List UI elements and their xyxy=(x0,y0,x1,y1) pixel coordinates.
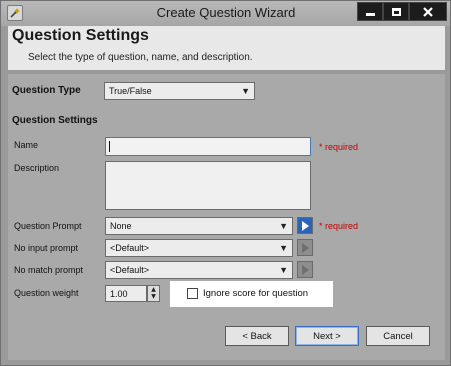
chevron-down-icon: ▼ xyxy=(279,221,288,231)
play-icon xyxy=(301,242,309,253)
stepper-down-icon[interactable]: ▼ xyxy=(148,293,159,300)
maximize-icon xyxy=(391,7,401,16)
ignore-score-label[interactable]: Ignore score for question xyxy=(203,288,308,299)
question-prompt-value: None xyxy=(110,221,132,231)
back-button[interactable]: < Back xyxy=(225,326,289,346)
name-label: Name xyxy=(14,140,39,150)
chevron-down-icon: ▼ xyxy=(279,265,288,275)
question-type-label: Question Type xyxy=(12,85,81,96)
play-no-input-prompt-button[interactable] xyxy=(297,239,313,256)
no-input-prompt-label: No input prompt xyxy=(14,243,79,253)
play-icon xyxy=(301,220,309,231)
minimize-button[interactable] xyxy=(357,2,383,21)
no-match-prompt-label: No match prompt xyxy=(14,265,84,275)
ignore-score-checkbox[interactable] xyxy=(187,288,198,299)
wizard-app-icon xyxy=(7,5,23,21)
minimize-icon xyxy=(365,13,375,16)
description-label: Description xyxy=(14,163,60,173)
window-title: Create Question Wizard xyxy=(156,5,296,20)
question-type-value: True/False xyxy=(109,86,152,96)
chevron-down-icon: ▼ xyxy=(279,243,288,253)
play-no-match-prompt-button[interactable] xyxy=(297,261,313,278)
section-title: Question Settings xyxy=(12,115,98,126)
page-title: Question Settings xyxy=(12,27,149,44)
wizard-header: Question Settings Select the type of que… xyxy=(8,26,445,70)
chevron-down-icon: ▼ xyxy=(241,86,250,96)
no-input-prompt-value: <Default> xyxy=(110,243,150,253)
stepper-up-icon[interactable]: ▲ xyxy=(148,286,159,293)
text-caret xyxy=(109,141,110,152)
cancel-button[interactable]: Cancel xyxy=(366,326,430,346)
next-button[interactable]: Next > xyxy=(295,326,359,346)
ignore-score-panel: Ignore score for question xyxy=(170,281,333,307)
no-match-prompt-select[interactable]: <Default> ▼ xyxy=(105,261,293,279)
name-field[interactable] xyxy=(105,137,311,156)
close-button[interactable] xyxy=(409,2,447,21)
description-field[interactable] xyxy=(105,161,311,210)
question-weight-input[interactable]: 1.00 xyxy=(105,285,147,302)
question-type-select[interactable]: True/False ▼ xyxy=(104,82,255,100)
question-prompt-select[interactable]: None ▼ xyxy=(105,217,293,235)
name-required-indicator: * required xyxy=(319,142,359,152)
no-input-prompt-select[interactable]: <Default> ▼ xyxy=(105,239,293,257)
no-match-prompt-value: <Default> xyxy=(110,265,150,275)
title-bar[interactable]: Create Question Wizard xyxy=(1,1,450,26)
play-question-prompt-button[interactable] xyxy=(297,217,313,234)
question-prompt-label: Question Prompt xyxy=(14,221,82,231)
close-icon xyxy=(423,6,433,17)
question-prompt-required-indicator: * required xyxy=(319,221,359,231)
maximize-button[interactable] xyxy=(383,2,409,21)
create-question-wizard-window: Create Question Wizard Question Settings… xyxy=(0,0,451,366)
page-subtitle: Select the type of question, name, and d… xyxy=(28,52,253,63)
question-weight-label: Question weight xyxy=(14,288,79,298)
play-icon xyxy=(301,264,309,275)
question-weight-stepper[interactable]: ▲ ▼ xyxy=(147,285,160,302)
